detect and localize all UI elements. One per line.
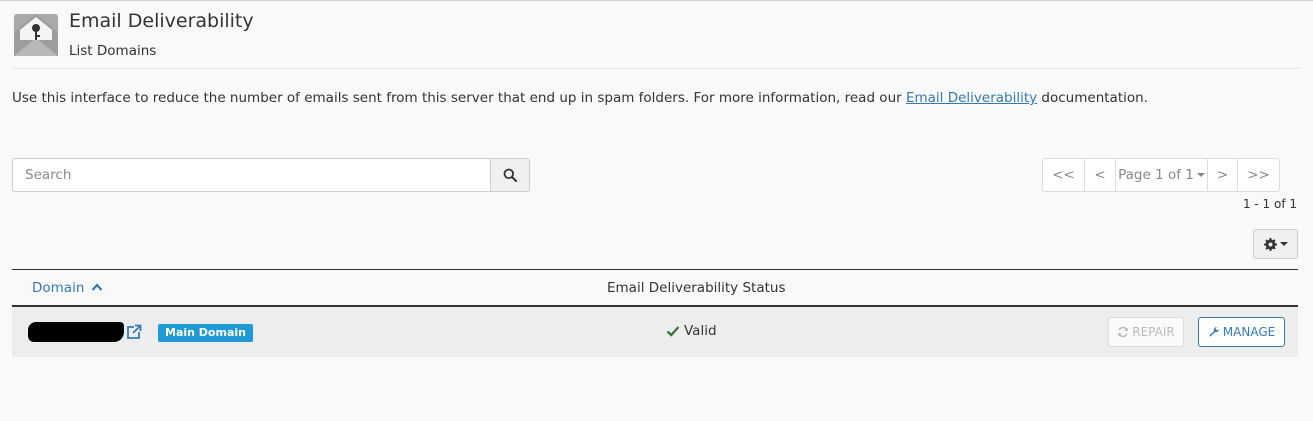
search-button[interactable] <box>490 158 530 192</box>
repair-button[interactable]: REPAIR <box>1108 317 1184 347</box>
status-column-header: Email Deliverability Status <box>607 280 786 296</box>
repair-button-label: REPAIR <box>1132 325 1175 339</box>
domain-column-header[interactable]: Domain <box>32 280 103 296</box>
email-deliverability-doc-link[interactable]: Email Deliverability <box>906 90 1037 106</box>
page-subtitle: List Domains <box>69 43 157 59</box>
manage-button[interactable]: MANAGE <box>1198 317 1285 347</box>
page-header: Email Deliverability List Domains <box>12 10 1301 69</box>
page-select[interactable]: Page 1 of 1 <box>1115 158 1208 192</box>
page-title: Email Deliverability <box>69 10 254 32</box>
envelope-key-icon <box>14 14 58 56</box>
result-range: 1 - 1 of 1 <box>1242 197 1297 211</box>
table-row: Main Domain Valid REPAIR MANAGE <box>12 307 1298 357</box>
pagination: << < Page 1 of 1 > >> <box>1042 158 1280 192</box>
search-input[interactable] <box>12 158 491 192</box>
settings-button[interactable] <box>1253 229 1298 259</box>
intro-text-before: Use this interface to reduce the number … <box>12 90 906 106</box>
page-select-label: Page 1 of 1 <box>1118 167 1194 183</box>
status-cell: Valid <box>666 323 717 339</box>
next-page-button[interactable]: > <box>1207 158 1238 192</box>
previous-page-button[interactable]: < <box>1084 158 1116 192</box>
gear-icon <box>1263 237 1277 251</box>
caret-down-icon <box>1196 173 1205 177</box>
redacted-domain-name <box>28 322 124 342</box>
refresh-icon <box>1118 326 1129 338</box>
table-header: Domain Email Deliverability Status <box>12 269 1298 307</box>
search-group <box>12 158 530 192</box>
domains-table: Domain Email Deliverability Status Main … <box>12 269 1298 357</box>
caret-down-icon <box>1279 242 1288 246</box>
last-page-button[interactable]: >> <box>1237 158 1280 192</box>
intro-text: Use this interface to reduce the number … <box>12 90 1148 106</box>
main-domain-badge: Main Domain <box>158 324 253 342</box>
manage-button-label: MANAGE <box>1222 325 1276 339</box>
domain-column-label: Domain <box>32 280 85 296</box>
check-icon <box>666 326 680 337</box>
intro-text-after: documentation. <box>1037 90 1148 106</box>
first-page-button[interactable]: << <box>1042 158 1085 192</box>
external-link-icon[interactable] <box>125 323 143 341</box>
chevron-up-icon <box>91 283 103 291</box>
wrench-icon <box>1209 326 1219 337</box>
status-text: Valid <box>684 323 717 339</box>
search-icon <box>503 168 517 182</box>
